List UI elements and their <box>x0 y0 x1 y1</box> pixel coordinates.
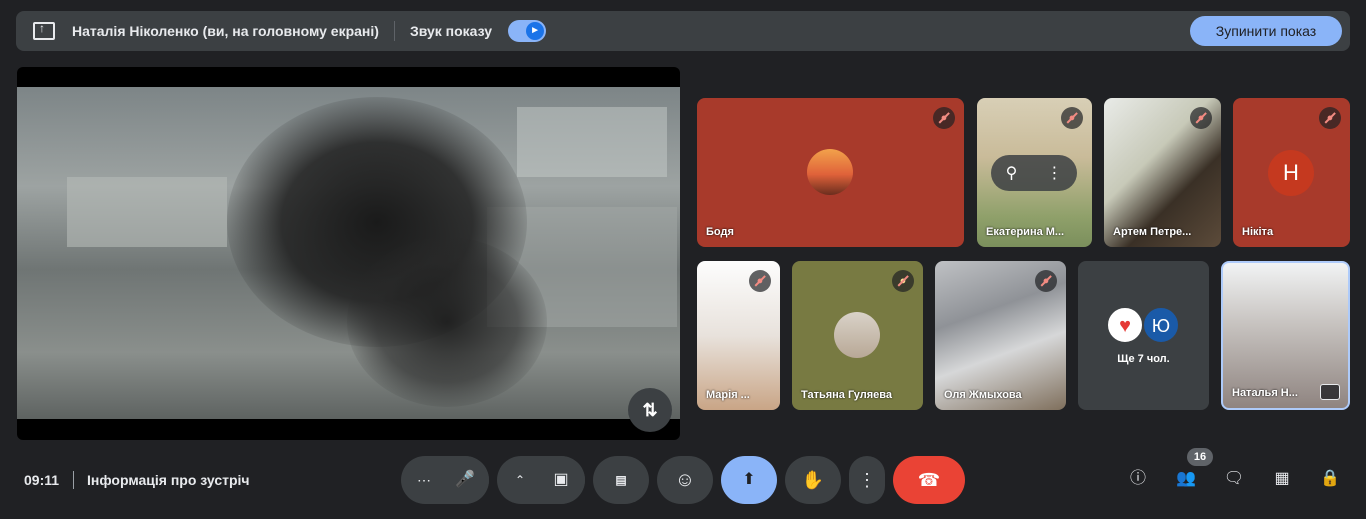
chevron-up-icon[interactable]: ⌃ <box>505 456 535 504</box>
meeting-details-button[interactable]: ⓘ <box>1125 466 1151 492</box>
people-icon: 👥 <box>1176 470 1196 487</box>
camera-icon[interactable]: ▣ <box>537 456 585 504</box>
raise-hand-button[interactable]: ✋ <box>785 456 841 504</box>
end-call-icon: ☎ <box>917 470 941 490</box>
participant-tile[interactable]: ● ⚲ ⋮ Екатерина М... <box>977 98 1092 247</box>
host-controls-button[interactable]: 🔒 <box>1317 466 1343 492</box>
tile-actions: ⚲ ⋮ <box>991 155 1077 191</box>
divider <box>393 21 395 41</box>
meeting-info-link[interactable]: Інформація про зустріч <box>87 472 250 488</box>
stop-presenting-button[interactable]: Зупинити показ <box>1190 16 1342 46</box>
microphone-icon[interactable]: 🎤 <box>441 456 489 504</box>
leave-call-button[interactable]: ☎ <box>893 456 965 504</box>
more-participants-tile[interactable]: ♥ Ю Ще 7 чол. <box>1078 261 1209 410</box>
divider <box>73 471 74 489</box>
chat-icon: 🗨 <box>1223 470 1245 487</box>
avatar <box>807 149 853 195</box>
presentation-bar: Наталія Ніколенко (ви, на головному екра… <box>16 11 1350 51</box>
present-button[interactable]: ⬆ <box>721 456 777 504</box>
participant-tile[interactable]: ● Бодя <box>697 98 964 247</box>
participant-tile[interactable]: ● Татьяна Гуляева <box>792 261 923 410</box>
avatar: Ю <box>1142 306 1180 344</box>
emoji-icon: ☺ <box>674 469 696 491</box>
participant-name: Наталья Н... <box>1232 387 1298 399</box>
participant-tile[interactable]: ● Марія ... <box>697 261 780 410</box>
mic-off-icon: ● <box>933 107 955 129</box>
clock: 09:11 <box>24 472 60 488</box>
mic-off-icon: ● <box>1035 270 1057 292</box>
mic-off-icon: ● <box>892 270 914 292</box>
presentation-frame <box>17 87 680 419</box>
present-screen-icon <box>33 21 55 40</box>
participant-name: Марія ... <box>706 389 750 401</box>
bottom-toolbar: 09:11 Інформація про зустріч ⋯ 🎤 ⌃ ▣ ▤ ☺… <box>0 448 1366 506</box>
more-participants-label: Ще 7 чол. <box>1117 353 1170 365</box>
lock-person-icon: 🔒 <box>1320 470 1340 487</box>
captions-button[interactable]: ▤ <box>593 456 649 504</box>
pin-icon[interactable]: ⚲ <box>1006 163 1018 183</box>
participant-name: Оля Жмыхова <box>944 389 1022 401</box>
presenter-label: Наталія Ніколенко (ви, на головному екра… <box>72 23 379 39</box>
participant-name: Артем Петре... <box>1113 226 1192 238</box>
mic-off-icon: ● <box>749 270 771 292</box>
captions-icon: ▤ <box>615 473 627 487</box>
picture-in-picture-icon[interactable] <box>1320 384 1340 400</box>
chat-button[interactable]: 🗨 <box>1221 466 1247 492</box>
participant-tile[interactable]: ● Артем Петре... <box>1104 98 1221 247</box>
people-count-badge: 16 <box>1187 448 1213 466</box>
camera-control: ⌃ ▣ <box>497 456 585 504</box>
people-button[interactable]: 👥 <box>1173 466 1199 492</box>
avatar <box>834 312 880 358</box>
participant-name: Екатерина М... <box>986 226 1065 238</box>
participant-name: Нікіта <box>1242 226 1274 238</box>
participant-tile[interactable]: ● Оля Жмыхова <box>935 261 1066 410</box>
self-view-tile[interactable]: Наталья Н... <box>1221 261 1350 410</box>
microphone-control: ⋯ 🎤 <box>401 456 489 504</box>
more-options-button[interactable]: ⋮ <box>849 456 885 504</box>
mic-off-icon: ● <box>1061 107 1083 129</box>
participant-name: Татьяна Гуляева <box>801 389 892 401</box>
presentation-sound-label: Звук показу <box>409 23 493 39</box>
activities-button[interactable]: ▦ <box>1269 466 1295 492</box>
reactions-button[interactable]: ☺ <box>657 456 713 504</box>
main-presentation-video: ⇅ <box>17 67 680 440</box>
more-options-icon[interactable]: ⋮ <box>1046 163 1062 183</box>
participant-tile[interactable]: Н ● Нікіта <box>1233 98 1350 247</box>
swap-layout-button[interactable]: ⇅ <box>628 388 672 432</box>
participant-name: Бодя <box>706 226 734 238</box>
volume-icon: ► <box>526 22 545 40</box>
more-vertical-icon: ⋮ <box>858 470 876 490</box>
hand-icon: ✋ <box>801 470 825 490</box>
audio-options-icon[interactable]: ⋯ <box>409 456 439 504</box>
mic-off-icon: ● <box>1319 107 1341 129</box>
avatar: Н <box>1268 150 1314 196</box>
presentation-sound-toggle[interactable]: ► <box>508 20 547 42</box>
present-screen-icon: ⬆ <box>742 471 756 488</box>
info-icon: ⓘ <box>1129 470 1146 487</box>
avatar: ♥ <box>1106 306 1144 344</box>
apps-grid-icon: ▦ <box>1274 470 1290 487</box>
mic-off-icon: ● <box>1190 107 1212 129</box>
